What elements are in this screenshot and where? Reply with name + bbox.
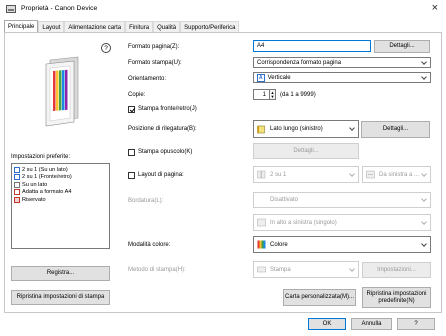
restore-defaults-button[interactable]: Ripristina impostazioni predefinite(N) (362, 287, 431, 308)
preset-2in1-duplex-icon (14, 174, 20, 181)
chevron-down-icon (421, 73, 427, 80)
window-title: Proprietà - Canon Device (21, 5, 98, 12)
orientation-select[interactable]: A Verticale (253, 72, 431, 83)
binding-left-icon (257, 125, 265, 133)
binding-position-value: Lato lungo (sinistro) (270, 126, 323, 132)
binding-details-button[interactable]: Dettagli... (361, 121, 430, 138)
page-size-label: Formato pagina(Z): (128, 44, 180, 50)
list-item[interactable]: Su un lato (14, 181, 107, 189)
list-item-label: Su un lato (22, 181, 48, 188)
chevron-down-icon (421, 170, 427, 177)
border-order-value: In alto a sinistra (singolo) (270, 219, 337, 226)
border-order-select[interactable]: In alto a sinistra (singolo) (253, 214, 431, 231)
page-layout-label: Layout di pagina: (138, 172, 184, 178)
color-mode-value: Colore (270, 241, 288, 248)
stepper-down-icon[interactable]: ▼ (270, 94, 275, 99)
print-method-icon (257, 266, 266, 273)
ok-button[interactable]: OK (308, 318, 346, 330)
preset-2in1-icon (14, 166, 20, 173)
border-select[interactable]: Disattivato (253, 192, 431, 208)
copies-stepper[interactable]: ▲ ▼ (269, 89, 276, 100)
chevron-down-icon (349, 125, 355, 131)
copies-label: Copie: (128, 92, 146, 98)
orientation-value: Verticale (267, 74, 291, 81)
copies-range: (da 1 a 9999) (280, 92, 316, 98)
preset-single-sided-icon (14, 181, 20, 188)
title-bar: Proprietà - Canon Device × (0, 0, 446, 17)
color-mode-select[interactable]: Colore (253, 236, 431, 253)
list-item-label: 2 su 1 (Su un lato) (22, 166, 68, 173)
page-layout-value: 2 su 1 (270, 171, 287, 178)
print-size-label: Formato stampa(U): (128, 60, 182, 66)
duplex-checkbox[interactable] (128, 106, 135, 113)
help-button[interactable]: ? (397, 318, 435, 330)
help-icon[interactable]: ? (101, 43, 111, 53)
close-button[interactable]: × (432, 2, 438, 14)
print-method-label: Metodo di stampa(H): (128, 267, 186, 273)
page-size-details-button[interactable]: Dettagli... (374, 40, 430, 53)
list-item[interactable]: 2 su 1 (Su un lato) (14, 166, 107, 174)
page-size-field[interactable]: A4 (253, 40, 371, 52)
print-preview-image (45, 56, 79, 127)
color-mode-label: Modalità colore: (128, 242, 171, 248)
border-value: Disattivato (270, 197, 299, 203)
binding-position-select[interactable]: Lato lungo (sinistro) (253, 120, 359, 138)
booklet-checkbox[interactable] (128, 149, 135, 156)
restore-defaults-line1: Ripristina impostazioni (366, 290, 427, 297)
layout-2in1-icon (257, 170, 266, 179)
page-order-value: Da sinistra a ... (379, 171, 420, 178)
printer-icon (6, 4, 16, 13)
list-item[interactable]: 2 su 1 (Fronte/retro) (14, 174, 107, 182)
register-preset-button[interactable]: Registra... (11, 266, 110, 281)
custom-paper-button[interactable]: Carta personalizzata(M)... (283, 289, 356, 306)
binding-position-label: Posizione di rilegatura(B): (128, 126, 197, 132)
portrait-icon: A (257, 73, 265, 82)
border-label: Bordatura(L): (128, 198, 164, 204)
chevron-down-icon (421, 58, 427, 65)
color-icon (257, 240, 266, 249)
restore-print-settings-button[interactable]: Ripristina impostazioni di stampa (11, 290, 110, 305)
list-item-label: 2 su 1 (Fronte/retro) (22, 174, 72, 181)
chevron-down-icon (349, 265, 355, 272)
chevron-down-icon (421, 196, 427, 202)
presets-list[interactable]: 2 su 1 (Su un lato) 2 su 1 (Fronte/retro… (11, 163, 110, 249)
top-left-order-icon (257, 218, 266, 227)
booklet-label: Stampa opuscolo(K) (138, 149, 193, 155)
print-method-select[interactable]: Stampa (253, 261, 359, 278)
duplex-label: Stampa fronte/retro(J) (138, 106, 197, 112)
page-layout-checkbox[interactable] (128, 172, 135, 179)
print-size-value: Corrispondenza formato pagina (257, 59, 342, 66)
preset-fit-a4-icon (14, 189, 20, 196)
print-method-settings-button[interactable]: Impostazioni... (362, 262, 431, 278)
page-order-icon (366, 170, 375, 179)
list-item[interactable]: Adatta a formato A4 (14, 189, 107, 197)
print-size-select[interactable]: Corrispondenza formato pagina (253, 57, 431, 68)
preset-confidential-icon (14, 196, 20, 203)
presets-label: Impostazioni preferite: (11, 154, 71, 160)
chevron-down-icon (349, 170, 355, 177)
list-item[interactable]: Riservato (14, 196, 107, 204)
print-method-value: Stampa (270, 266, 291, 273)
list-item-label: Riservato (22, 196, 46, 203)
page-order-select[interactable]: Da sinistra a ... (362, 166, 431, 183)
restore-defaults-line2: predefinite(N) (378, 297, 415, 304)
cancel-button[interactable]: Annulla (351, 318, 392, 330)
page-layout-select[interactable]: 2 su 1 (253, 166, 359, 183)
chevron-down-icon (421, 240, 427, 247)
chevron-down-icon (421, 218, 427, 225)
orientation-label: Orientamento: (128, 76, 167, 82)
booklet-details-button[interactable]: Dettagli... (253, 143, 359, 159)
list-item-label: Adatta a formato A4 (22, 189, 72, 196)
